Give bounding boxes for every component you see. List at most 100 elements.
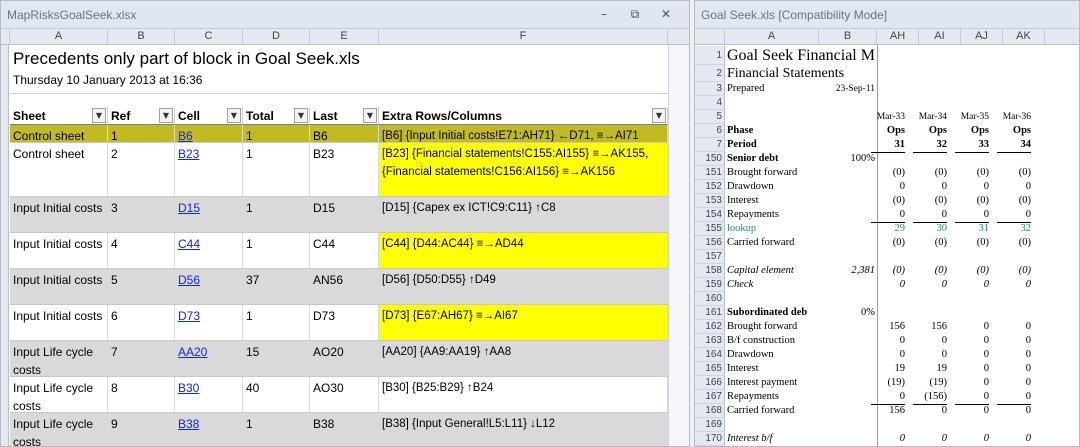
row-number[interactable]: 152	[695, 180, 725, 194]
workbook-window-goal-seek[interactable]: Goal Seek.xls [Compatibility Mode] A B A…	[694, 0, 1080, 447]
row-number[interactable]: 167	[695, 390, 725, 404]
row-number[interactable]: 156	[695, 236, 725, 250]
column-header-next[interactable]	[1045, 29, 1079, 45]
row-header-strip[interactable]	[1, 45, 9, 446]
sheet-row[interactable]: 6 Phase Ops Ops Ops Ops	[695, 124, 1073, 138]
filter-dropdown-icon[interactable]: ▼	[227, 108, 241, 123]
filter-header-extra[interactable]: Extra Rows/Columns ▼	[379, 107, 668, 125]
row-number[interactable]: 155	[695, 222, 725, 236]
row-number[interactable]: 1	[695, 46, 725, 65]
sheet-row[interactable]: 161 Subordinated deb 0%	[695, 306, 1073, 320]
filter-dropdown-icon[interactable]: ▼	[363, 108, 377, 123]
workbook-window-map-risks[interactable]: MapRisksGoalSeek.xlsx – ⧉ ✕ A B C D E F …	[0, 0, 690, 447]
table-row[interactable]: Control sheet 1 B6 1 B6 [B6] {Input Initial c…	[10, 125, 668, 143]
sheet-row[interactable]: 157	[695, 250, 1073, 264]
sheet-row[interactable]: 164 Drawdown 0 0 0 0	[695, 348, 1073, 362]
cell-cell[interactable]: D73	[175, 305, 243, 340]
table-row[interactable]: Input Life cycle costs 8 B30 40 AO30 [B30] {B…	[10, 377, 668, 413]
filter-header-total[interactable]: Total ▼	[243, 107, 310, 125]
column-header-b[interactable]: B	[108, 29, 175, 45]
row-number[interactable]: 153	[695, 194, 725, 208]
sheet-row[interactable]: 169	[695, 418, 1073, 432]
table-row[interactable]: Control sheet 2 B23 1 B23 [B23] {Financial st…	[10, 143, 668, 197]
row-number[interactable]: 165	[695, 362, 725, 376]
row-number[interactable]: 2	[695, 65, 725, 82]
column-header-d[interactable]: D	[243, 29, 310, 45]
cell-cell[interactable]: B38	[175, 413, 243, 446]
sheet-row[interactable]: 154 Repayments 0 0 0 0	[695, 208, 1073, 223]
sheet-row[interactable]: 3 Prepared 23-Sep-11	[695, 82, 1073, 96]
row-number[interactable]: 159	[695, 278, 725, 292]
cell-cell[interactable]: B30	[175, 377, 243, 412]
row-number[interactable]: 154	[695, 208, 725, 222]
cell-cell[interactable]: D56	[175, 269, 243, 304]
row-number[interactable]: 170	[695, 432, 725, 446]
column-header-aj[interactable]: AJ	[961, 29, 1003, 45]
title-bar[interactable]: Goal Seek.xls [Compatibility Mode]	[695, 1, 1079, 29]
sheet-row[interactable]: 167 Repayments 0 (156) 0 0	[695, 390, 1073, 405]
sheet-row[interactable]: 165 Interest 19 19 0 0	[695, 362, 1073, 376]
sheet-row[interactable]: 153 Interest (0) (0) (0) (0)	[695, 194, 1073, 208]
column-header-ak[interactable]: AK	[1003, 29, 1045, 45]
row-number[interactable]: 158	[695, 264, 725, 278]
sheet-row[interactable]: 152 Drawdown 0 0 0 0	[695, 180, 1073, 194]
column-header-ai[interactable]: AI	[919, 29, 961, 45]
sheet-row[interactable]: 162 Brought forward 156 156 0 0	[695, 320, 1073, 334]
filter-header-cell[interactable]: Cell ▼	[175, 107, 243, 125]
column-header-ah[interactable]: AH	[877, 29, 919, 45]
filter-header-sheet[interactable]: Sheet ▼	[10, 107, 108, 125]
select-all-corner[interactable]	[1, 29, 10, 45]
filter-dropdown-icon[interactable]: ▼	[92, 108, 106, 123]
column-header-a[interactable]: A	[10, 29, 108, 45]
cell-cell[interactable]: B23	[175, 143, 243, 196]
cell-cell[interactable]: AA20	[175, 341, 243, 376]
close-icon[interactable]: ✕	[657, 6, 675, 22]
filter-header-ref[interactable]: Ref ▼	[108, 107, 175, 125]
row-number[interactable]: 6	[695, 124, 725, 138]
row-number[interactable]: 166	[695, 376, 725, 390]
restore-icon[interactable]: ⧉	[626, 6, 644, 22]
row-number[interactable]: 168	[695, 404, 725, 418]
table-row[interactable]: Input Initial costs 5 D56 37 AN56 [D56] {D50:…	[10, 269, 668, 305]
table-row[interactable]: Input Initial costs 4 C44 1 C44 [C44] {D44:AC…	[10, 233, 668, 269]
vertical-scrollbar[interactable]	[668, 45, 689, 446]
cell-cell[interactable]: D15	[175, 197, 243, 232]
sheet-row[interactable]: 5 Mar-33 Mar-34 Mar-35 Mar-36	[695, 110, 1073, 124]
filter-dropdown-icon[interactable]: ▼	[159, 108, 173, 123]
sheet-row[interactable]: 168 Carried forward 156 0 0 0	[695, 404, 1073, 418]
sheet-row[interactable]: 1 Goal Seek Financial M	[695, 46, 1073, 65]
sheet-row[interactable]: 160	[695, 292, 1073, 306]
column-header-a[interactable]: A	[725, 29, 819, 45]
filter-dropdown-icon[interactable]: ▼	[294, 108, 308, 123]
sheet-row[interactable]: 170 Interest b/f 0 0 0 0	[695, 432, 1073, 446]
row-number[interactable]: 5	[695, 110, 725, 124]
column-header-b[interactable]: B	[819, 29, 877, 45]
row-number[interactable]: 150	[695, 152, 725, 166]
filter-header-last[interactable]: Last ▼	[310, 107, 379, 125]
table-row[interactable]: Input Life cycle costs 9 B38 1 B38 [B38] {Inp…	[10, 413, 668, 446]
filter-dropdown-icon[interactable]: ▼	[652, 108, 666, 123]
sheet-row[interactable]: 150 Senior debt 100%	[695, 152, 1073, 166]
row-number[interactable]: 157	[695, 250, 725, 264]
cell-cell[interactable]: C44	[175, 233, 243, 268]
sheet-row[interactable]: 158 Capital element 2,381 (0) (0) (0) (0)	[695, 264, 1073, 278]
sheet-row[interactable]: 155 lookup 29 30 31 32	[695, 222, 1073, 236]
row-number[interactable]: 7	[695, 138, 725, 152]
title-bar[interactable]: MapRisksGoalSeek.xlsx – ⧉ ✕	[1, 1, 689, 29]
table-row[interactable]: Input Initial costs 3 D15 1 D15 [D15] {Capex …	[10, 197, 668, 233]
sheet-row[interactable]: 4	[695, 96, 1073, 110]
row-number[interactable]: 164	[695, 348, 725, 362]
column-header-c[interactable]: C	[175, 29, 243, 45]
sheet-row[interactable]: 163 B/f construction 0 0 0 0	[695, 334, 1073, 348]
row-number[interactable]: 160	[695, 292, 725, 306]
row-number[interactable]: 4	[695, 96, 725, 110]
table-row[interactable]: Input Initial costs 6 D73 1 D73 [D73] {E67:AH…	[10, 305, 668, 341]
sheet-row[interactable]: 159 Check 0 0 0 0	[695, 278, 1073, 292]
row-number[interactable]: 161	[695, 306, 725, 320]
table-row[interactable]: Input Life cycle costs 7 AA20 15 AO20 [AA20] …	[10, 341, 668, 377]
minimize-icon[interactable]: –	[595, 6, 613, 22]
sheet-row[interactable]: 156 Carried forward (0) (0) (0) (0)	[695, 236, 1073, 250]
cell-cell[interactable]: B6	[175, 125, 243, 142]
select-all-corner[interactable]	[695, 29, 725, 45]
column-header-e[interactable]: E	[310, 29, 379, 45]
